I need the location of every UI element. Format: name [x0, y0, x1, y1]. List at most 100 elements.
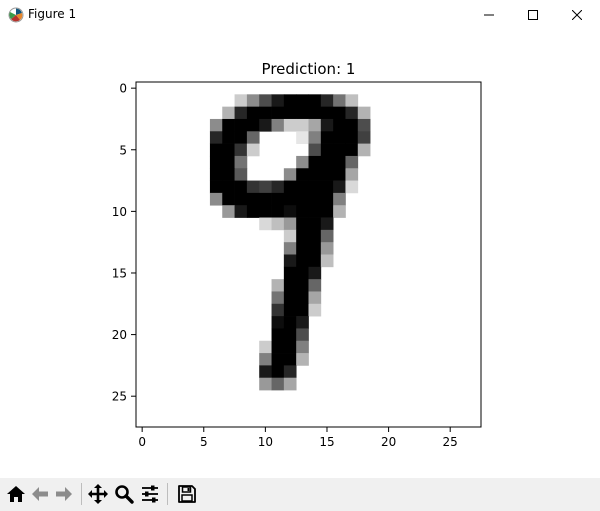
- image-pixel: [283, 303, 297, 317]
- close-button[interactable]: [554, 0, 600, 30]
- x-tick-label: 20: [381, 435, 396, 449]
- image-pixel: [308, 279, 322, 292]
- image-pixel: [283, 118, 297, 132]
- image-pixel: [234, 205, 248, 218]
- image-pixel: [271, 106, 285, 120]
- image-pixel: [283, 328, 297, 342]
- image-pixel: [296, 106, 309, 120]
- image-pixel: [259, 106, 272, 120]
- image-pixel: [259, 118, 272, 132]
- image-pixel: [320, 205, 334, 218]
- image-pixel: [234, 131, 248, 144]
- back-button[interactable]: [28, 482, 52, 506]
- image-pixel: [259, 377, 272, 391]
- image-pixel: [222, 106, 235, 120]
- image-pixel: [320, 143, 334, 157]
- image-pixel: [283, 266, 297, 280]
- image-pixel: [259, 205, 272, 218]
- image-pixel: [271, 180, 285, 194]
- image-pixel: [296, 254, 309, 268]
- x-tick-label: 15: [319, 435, 334, 449]
- image-pixel: [320, 180, 334, 194]
- image-pixel: [296, 353, 309, 366]
- image-pixel: [283, 205, 297, 218]
- image-pixel: [333, 180, 346, 194]
- image-pixel: [271, 118, 285, 132]
- forward-icon: [56, 487, 72, 501]
- image-pixel: [209, 192, 223, 206]
- image-pixel: [246, 192, 260, 206]
- image-pixel: [296, 229, 309, 243]
- image-pixel: [308, 303, 322, 317]
- y-tick-label: 15: [112, 266, 127, 280]
- image-pixel: [209, 180, 223, 194]
- image-pixel: [308, 242, 322, 255]
- image-pixel: [283, 353, 297, 366]
- image-pixel: [259, 192, 272, 206]
- image-pixel: [222, 205, 235, 218]
- toolbar-separator: [167, 483, 168, 505]
- image-pixel: [209, 168, 223, 181]
- image-pixel: [246, 106, 260, 120]
- image-pixel: [357, 143, 371, 157]
- image-pixel: [271, 291, 285, 305]
- image-pixel: [333, 205, 346, 218]
- image-pixel: [296, 291, 309, 305]
- pan-button[interactable]: [86, 482, 110, 506]
- image-pixel: [259, 353, 272, 366]
- image-pixel: [308, 291, 322, 305]
- forward-button[interactable]: [52, 482, 76, 506]
- image-pixel: [271, 303, 285, 317]
- image-pixel: [345, 180, 359, 194]
- image-pixel: [271, 94, 285, 107]
- home-button[interactable]: [4, 482, 28, 506]
- image-pixel: [333, 106, 346, 120]
- image-pixel: [345, 131, 359, 144]
- maximize-button[interactable]: [510, 0, 556, 30]
- image-pixel: [345, 118, 359, 132]
- image-pixel: [271, 365, 285, 379]
- image-pixel: [283, 217, 297, 231]
- x-tick-label: 0: [138, 435, 146, 449]
- configure-subplots-icon: [142, 485, 158, 503]
- image-pixel: [234, 106, 248, 120]
- image-pixel: [296, 217, 309, 231]
- image-pixel: [283, 291, 297, 305]
- image-pixel: [333, 192, 346, 206]
- configure-subplots-button[interactable]: [138, 482, 162, 506]
- image-pixel: [234, 118, 248, 132]
- matplotlib-logo-icon: [8, 7, 24, 23]
- title-bar: Figure 1: [0, 0, 600, 30]
- image-pixel: [308, 168, 322, 181]
- image-pixel: [320, 242, 334, 255]
- figure-canvas[interactable]: Prediction: 1 0 5 10 15 20 25 0 5 10 15 20 25: [0, 30, 600, 478]
- image-pixel: [308, 94, 322, 107]
- y-tick-label: 0: [119, 82, 127, 96]
- y-tick-label: 25: [112, 390, 127, 404]
- image-pixel: [209, 131, 223, 144]
- zoom-button[interactable]: [112, 482, 136, 506]
- save-button[interactable]: [175, 482, 199, 506]
- image-pixel: [222, 168, 235, 181]
- image-pixel: [234, 94, 248, 107]
- image-pixel: [296, 340, 309, 354]
- image-pixel: [209, 143, 223, 157]
- image-pixel: [296, 266, 309, 280]
- image-pixel: [283, 377, 297, 391]
- image-pixel: [222, 143, 235, 157]
- image-pixel: [333, 155, 346, 169]
- image-pixel: [283, 254, 297, 268]
- image-pixel: [357, 106, 371, 120]
- image-pixel: [283, 168, 297, 181]
- image-pixel: [296, 205, 309, 218]
- image-pixel: [222, 192, 235, 206]
- image-pixel: [234, 143, 248, 157]
- image-pixel: [308, 118, 322, 132]
- image-pixel: [345, 143, 359, 157]
- image-pixel: [320, 94, 334, 107]
- image-pixel: [259, 340, 272, 354]
- image-pixel: [222, 118, 235, 132]
- minimize-button[interactable]: [466, 0, 512, 30]
- image-pixel: [283, 94, 297, 107]
- image-pixel: [296, 192, 309, 206]
